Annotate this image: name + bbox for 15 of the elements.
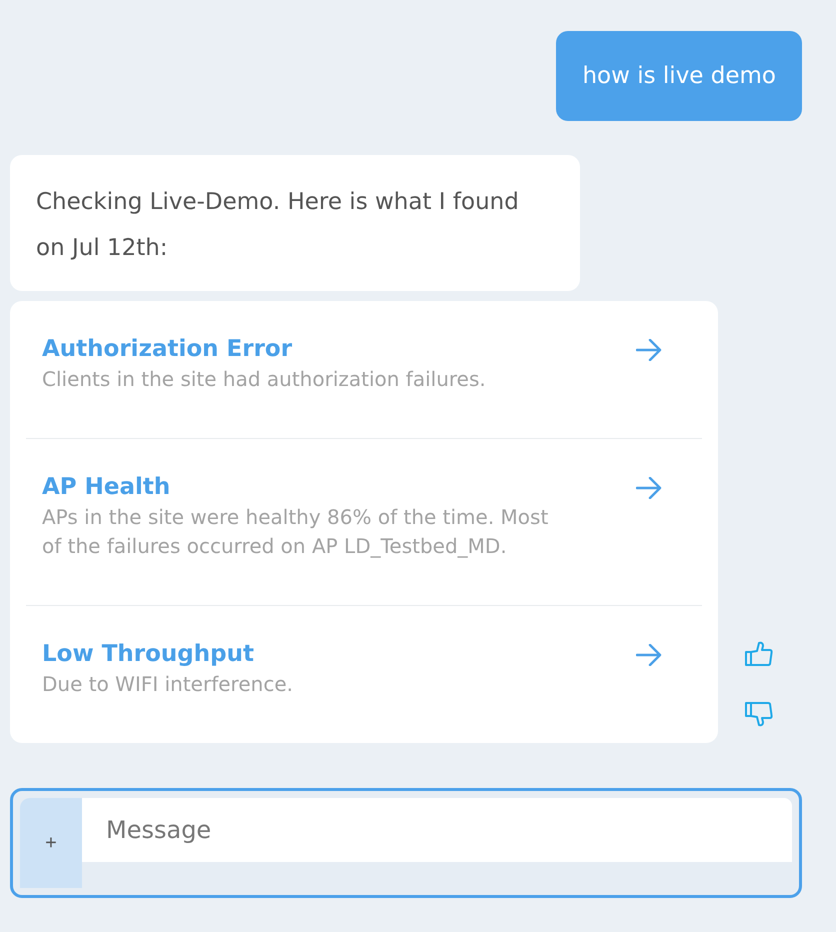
finding-description: Clients in the site had authorization failures. <box>42 366 487 393</box>
thumbs-down-icon[interactable] <box>744 701 774 727</box>
arrow-right-icon[interactable] <box>636 644 662 666</box>
finding-title[interactable]: AP Health <box>42 471 562 503</box>
attach-button[interactable]: + <box>20 798 82 888</box>
arrow-right-icon[interactable] <box>636 477 662 499</box>
finding-description: Due to WIFI interference. <box>42 671 294 698</box>
finding-title[interactable]: Low Throughput <box>42 638 562 670</box>
arrow-right-icon[interactable] <box>636 339 662 361</box>
bot-message: Checking Live-Demo. Here is what I found on Jul 12th: <box>10 155 580 291</box>
finding-description: APs in the site were healthy 86% of the time. Most of the failures occurred on AP LD_Testbed_MD. <box>42 504 550 560</box>
message-input[interactable]: Message <box>82 798 792 862</box>
user-message: how is live demo <box>556 31 802 121</box>
finding-title[interactable]: Authorization Error <box>42 333 562 365</box>
thumbs-up-icon[interactable] <box>744 641 774 667</box>
